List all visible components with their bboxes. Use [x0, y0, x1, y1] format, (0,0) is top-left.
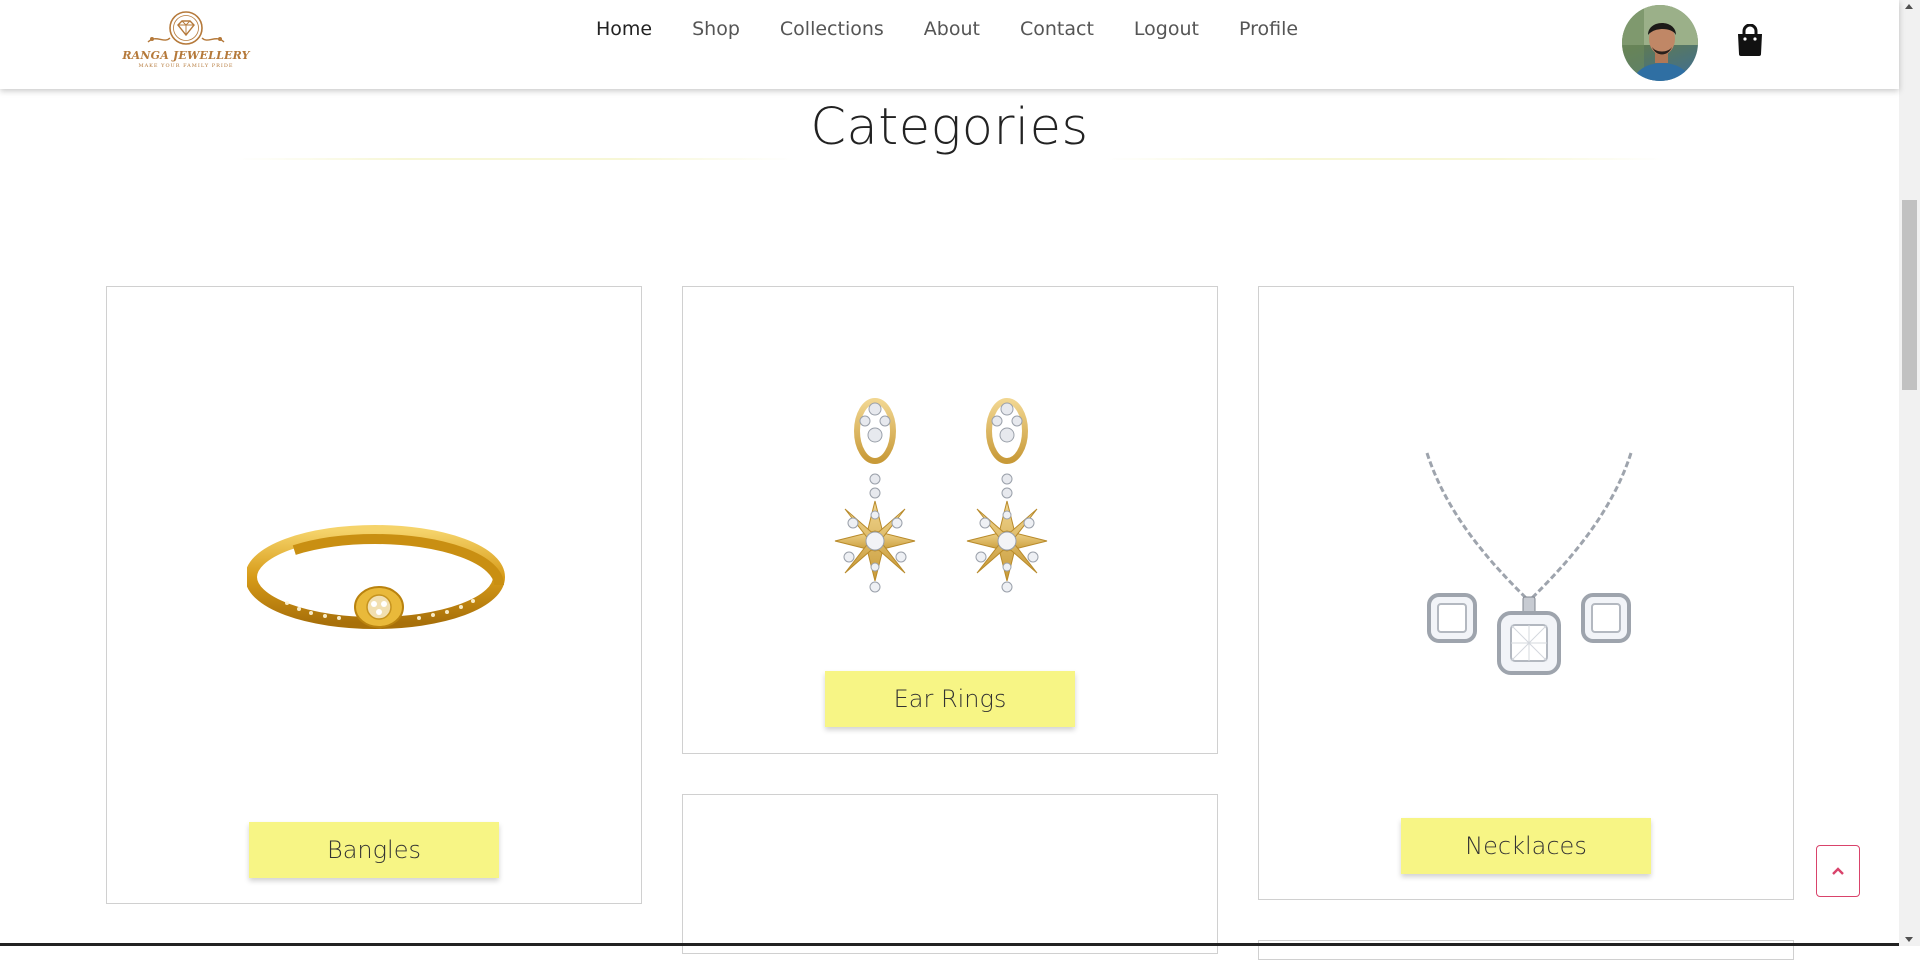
chevron-up-icon: [1832, 867, 1844, 875]
category-button-necklaces[interactable]: Necklaces: [1401, 818, 1651, 874]
nav-collections[interactable]: Collections: [780, 16, 884, 42]
category-card-necklaces[interactable]: Necklaces: [1258, 286, 1794, 900]
site-header: RANGA JEWELLERY MAKE YOUR FAMILY PRIDE H…: [0, 0, 1899, 89]
page-title: Categories: [810, 98, 1089, 157]
scrollbar-thumb[interactable]: [1902, 200, 1917, 390]
nav-home[interactable]: Home: [596, 16, 652, 42]
main-nav: Home Shop Collections About Contact Logo…: [596, 16, 1338, 42]
nav-logout[interactable]: Logout: [1134, 16, 1199, 42]
category-card-partial-middle[interactable]: [682, 794, 1218, 954]
category-card-bangles[interactable]: Bangles: [106, 286, 642, 904]
title-divider-right: [1106, 158, 1664, 160]
brand-name: RANGA JEWELLERY: [122, 49, 250, 62]
category-button-ear-rings[interactable]: Ear Rings: [825, 671, 1075, 727]
necklace-image: [1425, 452, 1633, 675]
brand-logo[interactable]: RANGA JEWELLERY MAKE YOUR FAMILY PRIDE: [122, 8, 250, 72]
diamond-logo-icon: [147, 11, 225, 45]
earrings-image: [834, 398, 1075, 651]
person-photo-icon: [1622, 5, 1698, 81]
scroll-down-arrow-icon[interactable]: [1905, 937, 1913, 942]
user-avatar[interactable]: [1622, 5, 1698, 81]
nav-about[interactable]: About: [924, 16, 980, 42]
nav-contact[interactable]: Contact: [1020, 16, 1094, 42]
scroll-to-top-button[interactable]: [1816, 845, 1860, 897]
shopping-bag-icon[interactable]: [1735, 23, 1765, 56]
title-divider-left: [236, 158, 794, 160]
category-button-bangles[interactable]: Bangles: [249, 822, 499, 878]
scroll-up-arrow-icon[interactable]: [1905, 4, 1913, 9]
bangle-image: [247, 525, 505, 636]
category-card-ear-rings[interactable]: Ear Rings: [682, 286, 1218, 754]
nav-shop[interactable]: Shop: [692, 16, 740, 42]
page-scrollbar[interactable]: [1899, 0, 1920, 946]
brand-tagline: MAKE YOUR FAMILY PRIDE: [138, 63, 234, 69]
nav-profile[interactable]: Profile: [1239, 16, 1298, 42]
